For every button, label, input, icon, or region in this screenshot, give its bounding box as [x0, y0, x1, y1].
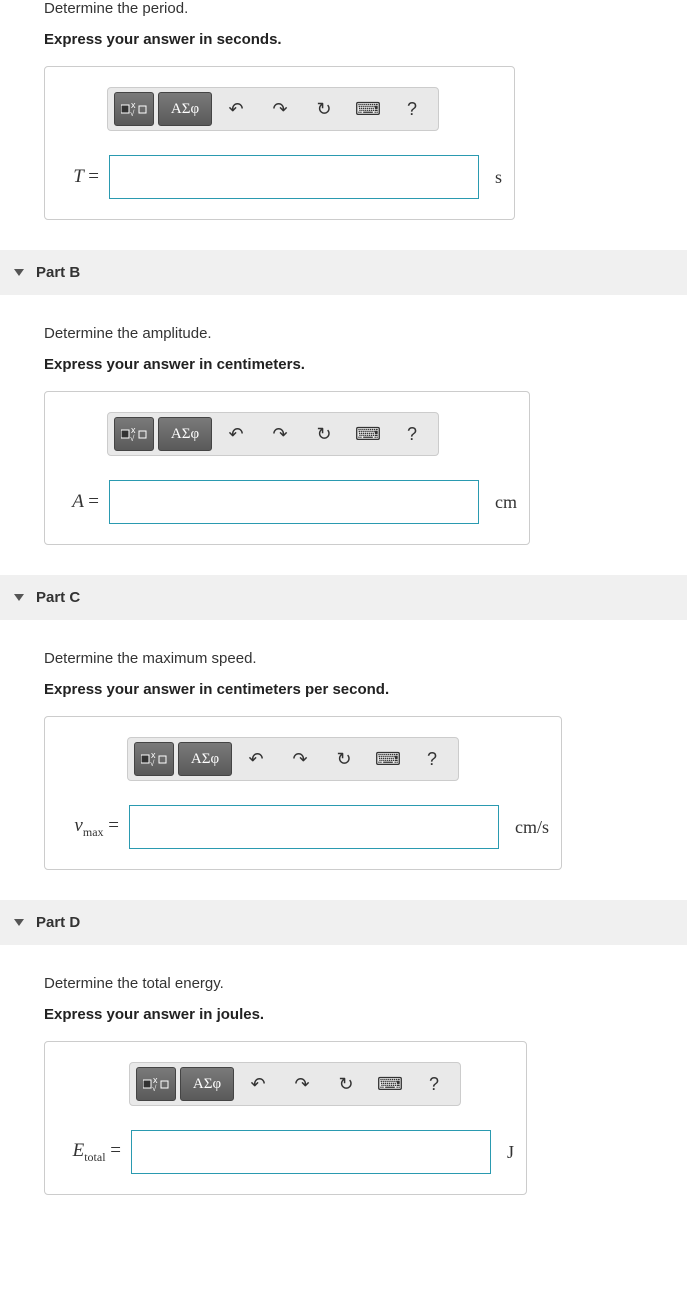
greek-letters-button[interactable]: ΑΣφ — [180, 1067, 234, 1101]
svg-text:√: √ — [150, 759, 155, 768]
variable-label: T = — [57, 166, 99, 188]
reset-icon[interactable]: ↻ — [304, 92, 344, 126]
keyboard-icon[interactable]: ⌨ — [370, 1067, 410, 1101]
part-header[interactable]: Part B — [0, 250, 687, 295]
caret-down-icon — [14, 269, 24, 276]
unit-label: cm — [495, 492, 517, 513]
svg-text:√: √ — [130, 109, 135, 118]
answer-input[interactable] — [109, 480, 479, 524]
variable-label: Etotal = — [57, 1140, 121, 1165]
part-header[interactable]: Part D — [0, 900, 687, 945]
redo-icon[interactable]: ↷ — [260, 417, 300, 451]
instruction-text: Express your answer in joules. — [44, 1006, 643, 1023]
redo-icon[interactable]: ↷ — [280, 742, 320, 776]
keyboard-icon[interactable]: ⌨ — [348, 417, 388, 451]
help-icon[interactable]: ? — [392, 92, 432, 126]
part-header[interactable]: Part C — [0, 575, 687, 620]
undo-icon[interactable]: ↶ — [236, 742, 276, 776]
unit-label: J — [507, 1142, 514, 1163]
answer-panel: x√ ΑΣφ ↶ ↷ ↻ ⌨ ? vmax = cm/s — [44, 716, 562, 870]
templates-icon[interactable]: x√ — [114, 417, 154, 451]
keyboard-icon[interactable]: ⌨ — [348, 92, 388, 126]
instruction-text: Express your answer in centimeters per s… — [44, 681, 643, 698]
undo-icon[interactable]: ↶ — [216, 417, 256, 451]
templates-icon[interactable]: x√ — [114, 92, 154, 126]
prompt-text: Determine the period. — [44, 0, 643, 17]
reset-icon[interactable]: ↻ — [326, 1067, 366, 1101]
answer-input[interactable] — [131, 1130, 491, 1174]
answer-input[interactable] — [109, 155, 479, 199]
reset-icon[interactable]: ↻ — [324, 742, 364, 776]
help-icon[interactable]: ? — [412, 742, 452, 776]
redo-icon[interactable]: ↷ — [260, 92, 300, 126]
answer-input[interactable] — [129, 805, 499, 849]
part-title: Part D — [36, 914, 80, 931]
unit-label: s — [495, 167, 502, 188]
unit-label: cm/s — [515, 817, 549, 838]
prompt-text: Determine the total energy. — [44, 975, 643, 992]
undo-icon[interactable]: ↶ — [238, 1067, 278, 1101]
svg-text:√: √ — [130, 434, 135, 443]
undo-icon[interactable]: ↶ — [216, 92, 256, 126]
greek-letters-button[interactable]: ΑΣφ — [178, 742, 232, 776]
equation-toolbar: x√ ΑΣφ ↶ ↷ ↻ ⌨ ? — [107, 87, 439, 131]
prompt-text: Determine the amplitude. — [44, 325, 643, 342]
svg-text:√: √ — [152, 1084, 157, 1093]
keyboard-icon[interactable]: ⌨ — [368, 742, 408, 776]
equation-toolbar: x√ ΑΣφ ↶ ↷ ↻ ⌨ ? — [129, 1062, 461, 1106]
variable-label: vmax = — [57, 815, 119, 840]
reset-icon[interactable]: ↻ — [304, 417, 344, 451]
answer-panel: x√ ΑΣφ ↶ ↷ ↻ ⌨ ? A = cm — [44, 391, 530, 545]
greek-letters-button[interactable]: ΑΣφ — [158, 417, 212, 451]
caret-down-icon — [14, 919, 24, 926]
help-icon[interactable]: ? — [414, 1067, 454, 1101]
equation-toolbar: x√ ΑΣφ ↶ ↷ ↻ ⌨ ? — [127, 737, 459, 781]
caret-down-icon — [14, 594, 24, 601]
answer-panel: x√ ΑΣφ ↶ ↷ ↻ ⌨ ? T = s — [44, 66, 515, 220]
variable-label: A = — [57, 491, 99, 513]
greek-letters-button[interactable]: ΑΣφ — [158, 92, 212, 126]
help-icon[interactable]: ? — [392, 417, 432, 451]
part-title: Part B — [36, 264, 80, 281]
redo-icon[interactable]: ↷ — [282, 1067, 322, 1101]
equation-toolbar: x√ ΑΣφ ↶ ↷ ↻ ⌨ ? — [107, 412, 439, 456]
answer-panel: x√ ΑΣφ ↶ ↷ ↻ ⌨ ? Etotal = J — [44, 1041, 527, 1195]
templates-icon[interactable]: x√ — [134, 742, 174, 776]
instruction-text: Express your answer in centimeters. — [44, 356, 643, 373]
templates-icon[interactable]: x√ — [136, 1067, 176, 1101]
part-title: Part C — [36, 589, 80, 606]
instruction-text: Express your answer in seconds. — [44, 31, 643, 48]
prompt-text: Determine the maximum speed. — [44, 650, 643, 667]
